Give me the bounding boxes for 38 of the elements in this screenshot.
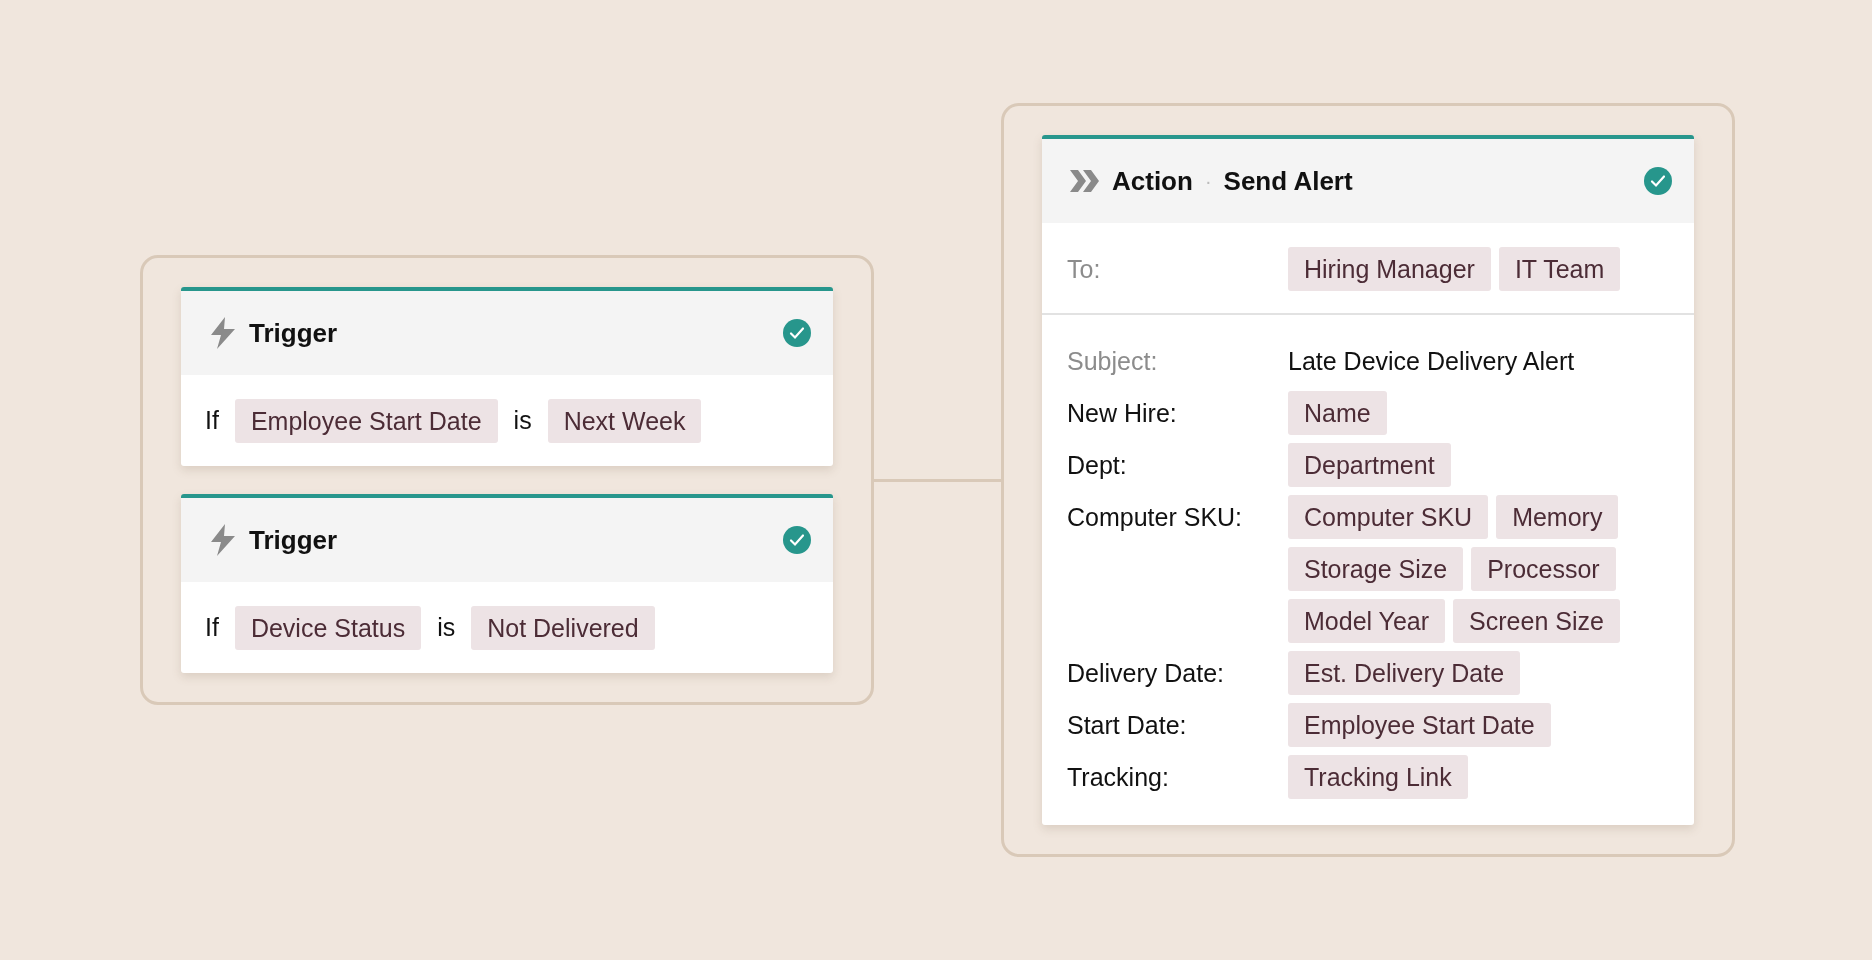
variable-token[interactable]: Processor — [1471, 547, 1616, 591]
double-chevron-icon — [1070, 170, 1100, 192]
variable-token[interactable]: Model Year — [1288, 599, 1446, 643]
action-type: Action — [1112, 165, 1193, 197]
operator-label: is — [437, 613, 456, 642]
field-token[interactable]: Device Status — [234, 605, 422, 650]
variable-token[interactable]: Department — [1288, 443, 1451, 487]
field-token[interactable]: Employee Start Date — [234, 398, 498, 443]
field-label: Dept: — [1067, 450, 1128, 481]
field-label: Computer SKU: — [1067, 502, 1244, 533]
field-label: Subject: — [1067, 346, 1159, 377]
if-label: If — [205, 613, 219, 642]
variable-token[interactable]: Screen Size — [1453, 599, 1620, 643]
variable-token[interactable]: Storage Size — [1288, 547, 1464, 591]
variable-token[interactable]: Hiring Manager — [1288, 247, 1491, 291]
variable-token[interactable]: Est. Delivery Date — [1288, 651, 1521, 695]
variable-token[interactable]: IT Team — [1498, 247, 1621, 291]
if-label: If — [205, 406, 219, 435]
variable-token[interactable]: Name — [1288, 391, 1387, 435]
action-name: Send Alert — [1223, 165, 1353, 197]
field-label: Tracking: — [1067, 762, 1170, 793]
value-token[interactable]: Not Delivered — [471, 605, 655, 650]
variable-token[interactable]: Tracking Link — [1288, 755, 1468, 799]
variable-token[interactable]: Employee Start Date — [1288, 703, 1551, 747]
separator-dot: · — [1204, 169, 1212, 193]
variable-token[interactable]: Computer SKU — [1288, 495, 1489, 539]
field-label: New Hire: — [1067, 398, 1178, 429]
trigger-title: Trigger — [249, 317, 338, 349]
field-label: Start Date: — [1067, 710, 1188, 741]
variable-token[interactable]: Memory — [1496, 495, 1619, 539]
field-label: To: — [1067, 254, 1102, 285]
operator-label: is — [513, 406, 532, 435]
trigger-title: Trigger — [249, 524, 338, 556]
value-token[interactable]: Next Week — [547, 398, 702, 443]
field-label: Delivery Date: — [1067, 658, 1225, 689]
lightning-bolt-icon — [209, 317, 237, 349]
subject-value: Late Device Delivery Alert — [1288, 346, 1575, 377]
lightning-bolt-icon — [209, 524, 237, 556]
